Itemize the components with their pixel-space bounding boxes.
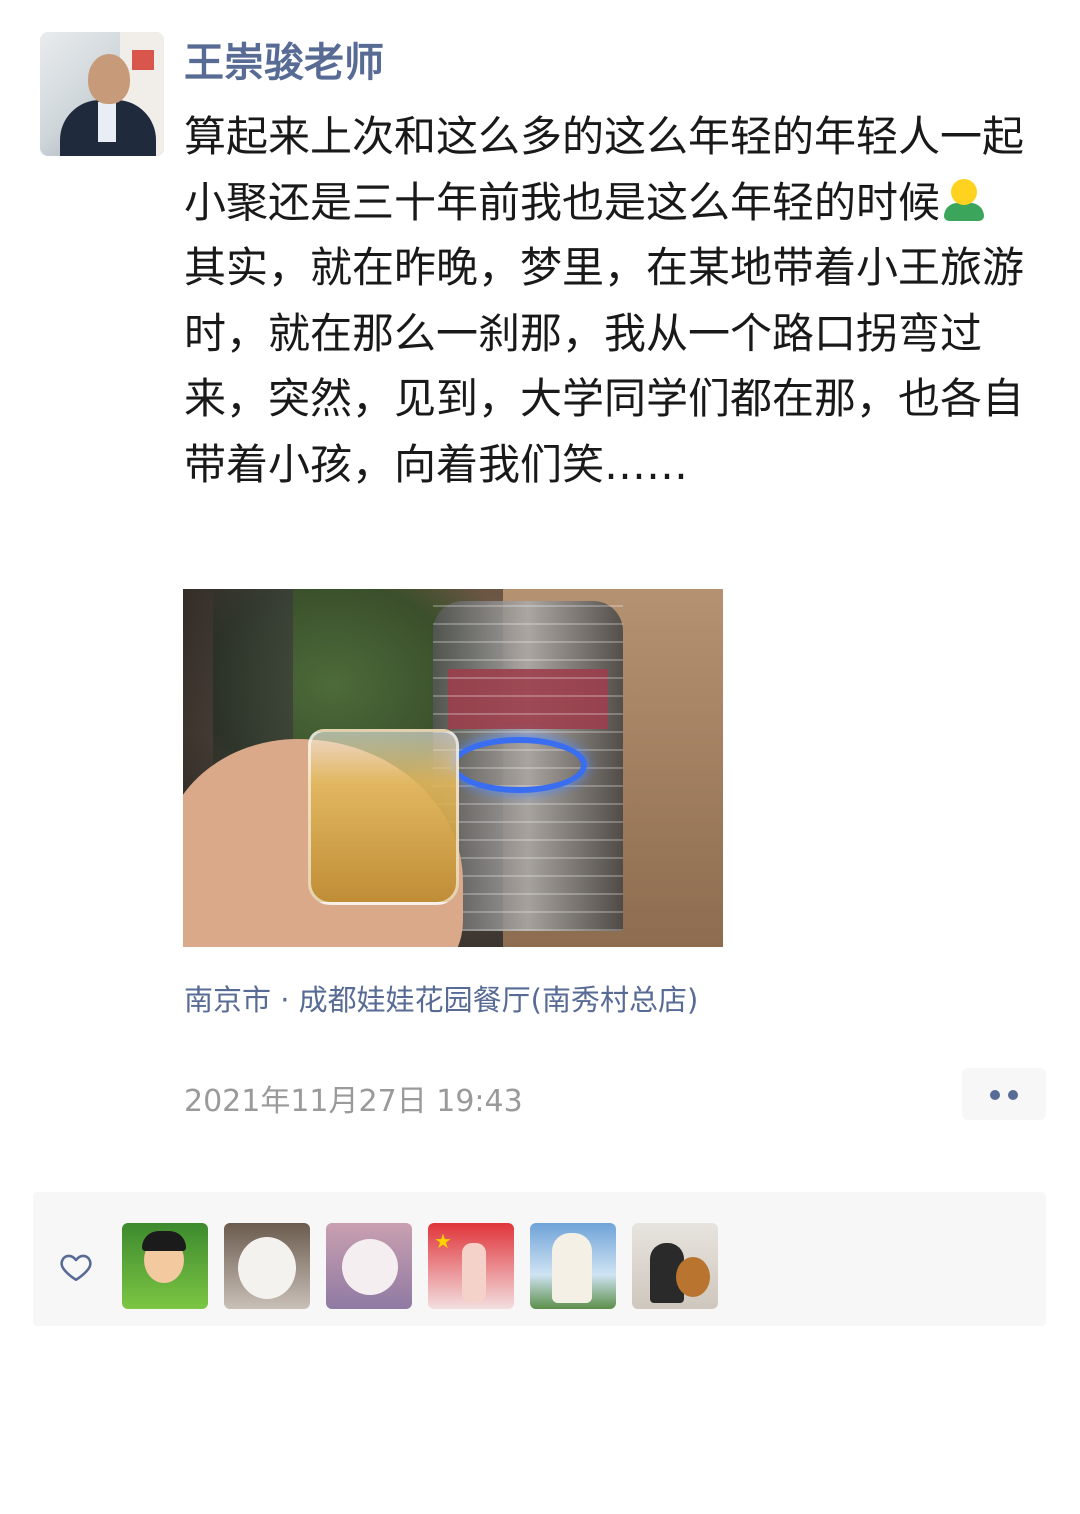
post-photo[interactable] xyxy=(183,589,723,947)
post-paragraph-1-text: 算起来上次和这么多的这么年轻的年轻人一起小聚还是三十年前我也是这么年轻的时候 xyxy=(184,112,1025,227)
liker-avatar[interactable] xyxy=(530,1223,616,1309)
more-dot-icon xyxy=(990,1090,1000,1100)
liker-avatar[interactable] xyxy=(224,1223,310,1309)
more-actions-button[interactable] xyxy=(962,1068,1046,1120)
location-link[interactable]: 南京市 · 成都娃娃花园餐厅(南秀村总店) xyxy=(184,980,698,1020)
post-content: 算起来上次和这么多的这么年轻的年轻人一起小聚还是三十年前我也是这么年轻的时候 其… xyxy=(184,104,1024,497)
more-dot-icon xyxy=(1008,1090,1018,1100)
post-timestamp: 2021年11月27日 19:43 xyxy=(184,1084,523,1119)
liker-avatar[interactable] xyxy=(326,1223,412,1309)
person-standing-emoji-icon xyxy=(942,177,986,223)
likes-panel: ★ xyxy=(33,1192,1046,1326)
author-name[interactable]: 王崇骏老师 xyxy=(184,34,384,92)
liker-avatar[interactable]: ★ xyxy=(428,1223,514,1309)
post-paragraph-1: 算起来上次和这么多的这么年轻的年轻人一起小聚还是三十年前我也是这么年轻的时候 xyxy=(184,104,1024,235)
liker-avatar[interactable] xyxy=(632,1223,718,1309)
post-paragraph-2: 其实，就在昨晚，梦里，在某地带着小王旅游时，就在那么一刹那，我从一个路口拐弯过来… xyxy=(184,243,1025,489)
liker-avatar[interactable] xyxy=(122,1223,208,1309)
author-avatar[interactable] xyxy=(40,32,164,156)
heart-outline-icon xyxy=(60,1254,92,1282)
avatar-sign xyxy=(132,50,154,70)
avatar-head xyxy=(88,54,130,104)
avatar-shirt xyxy=(98,102,116,142)
